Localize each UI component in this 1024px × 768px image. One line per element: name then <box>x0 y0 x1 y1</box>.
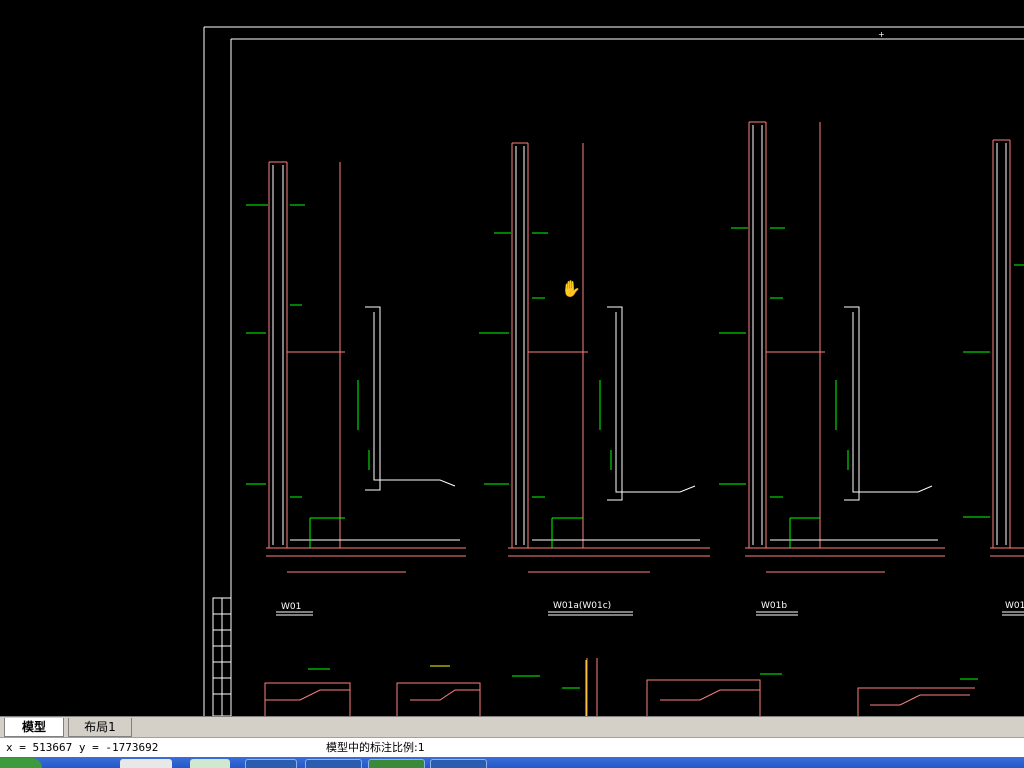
section-label: W01 <box>1005 601 1024 611</box>
wall-section-w01: W01 <box>246 161 466 616</box>
windows-taskbar <box>0 757 1024 768</box>
section-label: W01a(W01c) <box>553 601 611 611</box>
status-bar: x = 513667 y = -1773692 模型中的标注比例:1 <box>0 737 1024 758</box>
taskbar-button[interactable] <box>190 759 230 768</box>
wall-section-w01b: W01b <box>719 121 945 616</box>
section-label: W01 <box>281 602 301 612</box>
taskbar-button[interactable] <box>245 759 297 768</box>
taskbar-button[interactable] <box>120 759 172 768</box>
coordinate-readout: x = 513667 y = -1773692 <box>6 741 159 754</box>
tab-model[interactable]: 模型 <box>4 718 64 737</box>
section-label: W01b <box>761 601 787 611</box>
taskbar-button[interactable] <box>430 759 487 768</box>
drawing-canvas[interactable]: + W01 W01a(W01c) W01b W01 ✋ <box>0 0 1024 716</box>
ucs-mark: + <box>878 30 885 39</box>
title-block-grid <box>212 597 232 716</box>
taskbar-button[interactable] <box>368 759 425 768</box>
wall-section-w01a: W01a(W01c) <box>479 142 710 616</box>
detail-annotations <box>308 668 978 689</box>
pan-hand-cursor-icon: ✋ <box>561 279 581 298</box>
wall-section-w01-partial: W01 <box>963 139 1024 616</box>
layout-tab-bar: 模型 布局1 <box>0 716 1024 738</box>
annotation-scale-text: 模型中的标注比例:1 <box>326 741 425 754</box>
tab-layout1[interactable]: 布局1 <box>68 718 132 737</box>
detail-strip <box>264 658 975 716</box>
taskbar-button[interactable] <box>305 759 362 768</box>
start-button[interactable] <box>0 758 42 768</box>
